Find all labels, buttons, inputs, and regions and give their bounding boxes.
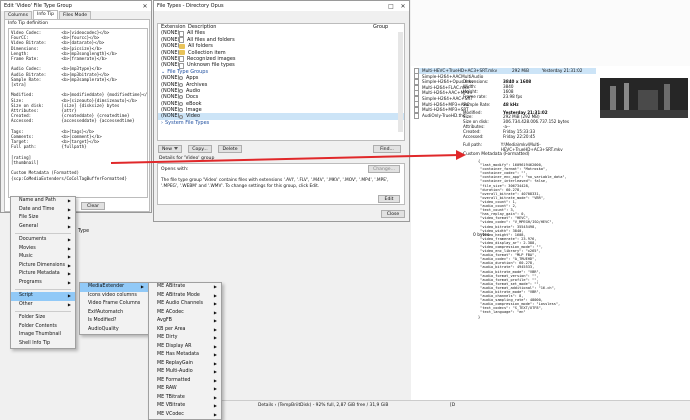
annotation-arrow	[110, 150, 466, 164]
menu-item-label: ME VCodec	[157, 411, 184, 417]
menu-item[interactable]: ME VCodec ▶	[149, 411, 221, 420]
chevron-right-icon: ▶	[213, 411, 217, 417]
